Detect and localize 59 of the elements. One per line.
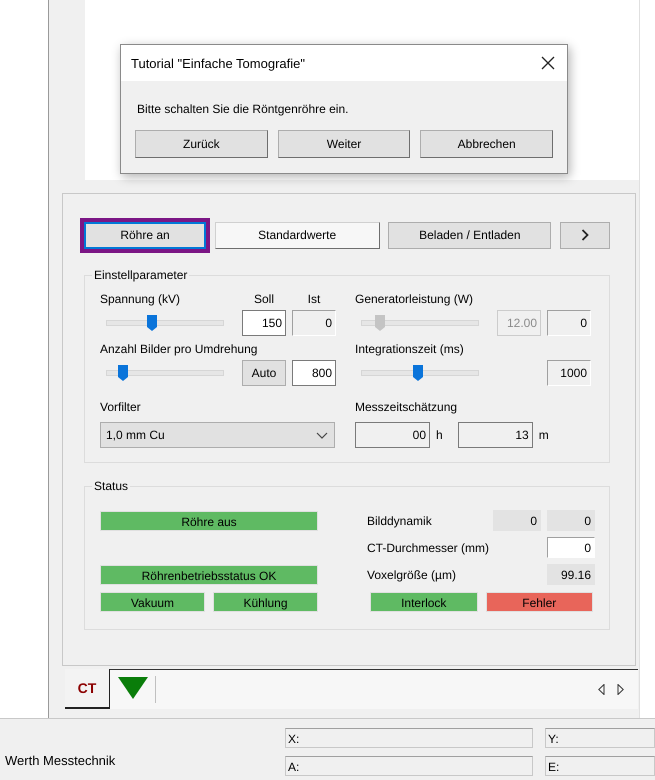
group-title: Einstellparameter [94,268,188,282]
scroll-right-icon[interactable] [617,684,624,695]
chevron-right-icon [580,229,589,241]
field-label: Ist [306,292,322,308]
unit-label: m [538,428,549,442]
toolbar-button[interactable]: Beladen / Entladen [388,222,552,248]
slider-thumb[interactable] [412,365,423,381]
readout-field[interactable]: 0 [292,310,336,336]
readout-field: 0 [547,537,595,558]
field-label: Spannung (kV) [100,292,182,308]
status-indicator: Kühlung [213,592,318,612]
readout-field: 13 [458,422,533,448]
readout-field: 0 [493,510,541,531]
input-field[interactable]: 800 [292,360,336,386]
dialog-title: Tutorial "Einfache Tomografie" [131,56,305,70]
slider[interactable] [361,365,479,381]
toolbar-button[interactable]: Standardwerte [214,222,380,248]
status-indicator: Fehler [486,592,593,612]
company-name: Werth Messtechnik [5,753,116,768]
status-indicator: Röhrenbetriebsstatus OK [100,564,318,584]
readout-field: 99.16 [547,564,595,585]
dialog-button[interactable]: Zurück [135,130,268,158]
auto-button[interactable]: Auto [242,360,286,386]
coordinate-field: E: [545,756,655,776]
status-indicator: Interlock [370,592,478,612]
close-icon[interactable] [541,56,555,70]
coordinate-field: A: [285,756,533,776]
field-label: Anzahl Bilder pro Umdrehung [100,342,258,358]
field-label: Integrationszeit (ms) [355,342,465,358]
field-label: Messzeitschätzung [355,400,458,416]
chevron-down-icon [316,432,328,438]
field-label: Voxelgröße (µm) [367,568,457,582]
group-title: Status [94,479,128,493]
field-label: Generatorleistung (W) [355,292,474,308]
tab[interactable]: CT [65,669,110,709]
dialog-button[interactable]: Abbrechen [420,130,554,158]
readout-field: 00 [355,422,430,448]
field-label: Soll [252,292,275,308]
input-field[interactable]: 150 [242,310,286,336]
dialog-message: Bitte schalten Sie die Röntgenröhre ein. [136,102,350,116]
slider[interactable] [361,315,479,331]
field-label: Vorfilter [100,400,142,416]
slider[interactable] [106,365,224,381]
status-indicator: Vakuum [100,592,205,612]
field-label: Bilddynamik [367,514,433,528]
readout-field: 0 [547,510,595,531]
scroll-left-icon[interactable] [598,684,605,695]
dialog-button[interactable]: Weiter [278,130,410,158]
triangle-icon [118,677,148,699]
status-indicator: Röhre aus [100,510,318,530]
readout-field[interactable]: 1000 [547,360,591,386]
slider-thumb[interactable] [118,365,128,381]
field-label: CT-Durchmesser (mm) [367,540,487,554]
slider[interactable] [106,315,224,331]
coordinate-field: Y: [545,728,655,748]
unit-label: h [436,428,443,442]
prefilter-dropdown[interactable]: 1,0 mm Cu [100,422,335,448]
slider-thumb[interactable] [147,315,158,331]
coordinate-field: X: [285,728,533,748]
